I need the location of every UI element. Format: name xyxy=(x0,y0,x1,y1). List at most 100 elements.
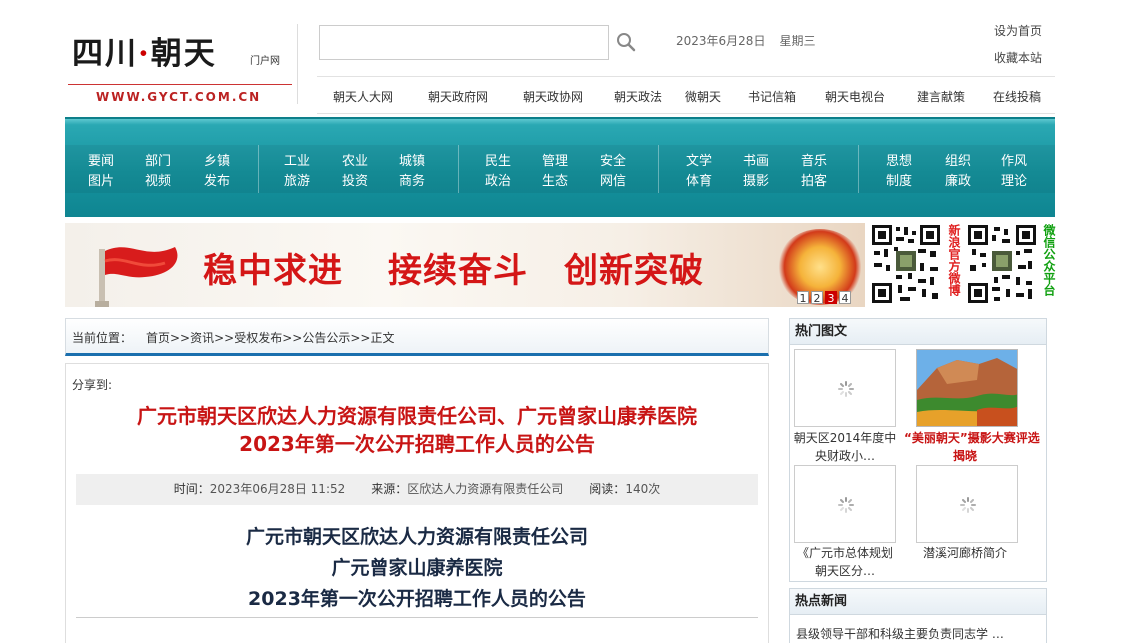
breadcrumb: 当前位置： 首页>>资讯>>受权发布>>公告公示>>正文 xyxy=(65,318,769,356)
main-nav-item[interactable]: 思想 xyxy=(886,150,912,169)
share-label[interactable]: 分享到: xyxy=(72,376,112,393)
main-nav-item[interactable]: 文学 xyxy=(686,150,712,169)
meta-views-label: 阅读： xyxy=(589,482,626,496)
main-nav-item[interactable]: 音乐 xyxy=(801,150,827,169)
article-title-line: 2023年第一次公开招聘工作人员的公告 xyxy=(239,432,595,456)
banner-page-button[interactable]: 4 xyxy=(839,291,851,305)
search-input[interactable] xyxy=(319,25,609,60)
caption-line: 央财政小… xyxy=(814,449,875,463)
hot-pictures-title: 热门图文 xyxy=(790,319,1046,345)
main-nav-item[interactable]: 工业 xyxy=(284,150,310,169)
main-nav-item[interactable]: 部门 xyxy=(145,150,171,169)
breadcrumb-path[interactable]: 首页>>资讯>>受权发布>>公告公示>>正文 xyxy=(146,329,394,346)
bookmark-link[interactable]: 收藏本站 xyxy=(994,49,1042,66)
wechat-qr-code[interactable] xyxy=(966,223,1038,305)
top-nav-item[interactable]: 朝天政协网 xyxy=(523,88,583,105)
main-nav-item[interactable]: 书画 xyxy=(743,150,769,169)
hot-picture-thumbnail[interactable] xyxy=(794,465,896,543)
banner-page-button[interactable]: 1 xyxy=(797,291,809,305)
main-nav-separator xyxy=(258,145,259,193)
main-nav-item[interactable]: 安全 xyxy=(600,150,626,169)
main-nav-item[interactable]: 廉政 xyxy=(945,170,971,189)
main-nav-item[interactable]: 政治 xyxy=(485,170,511,189)
banner-page-button-active[interactable]: 3 xyxy=(825,291,837,305)
logo-title: 四川·朝天 xyxy=(72,36,217,72)
main-nav-item[interactable]: 理论 xyxy=(1001,170,1027,189)
hot-news-title: 热点新闻 xyxy=(790,589,1046,615)
hot-picture-caption[interactable]: 朝天区2014年度中 央财政小… xyxy=(790,429,900,465)
hot-picture-thumbnail[interactable] xyxy=(794,349,896,427)
main-nav-item[interactable]: 管理 xyxy=(542,150,568,169)
main-nav-item[interactable]: 体育 xyxy=(686,170,712,189)
hot-picture-caption[interactable]: 潜溪河廊桥简介 xyxy=(910,544,1020,562)
hot-picture-caption[interactable]: “美丽朝天”摄影大赛评选 揭晓 xyxy=(904,429,1040,465)
top-nav-item[interactable]: 在线投稿 xyxy=(993,88,1041,105)
main-nav-item[interactable]: 生态 xyxy=(542,170,568,189)
main-nav-item[interactable]: 民生 xyxy=(485,150,511,169)
hot-picture-thumbnail[interactable] xyxy=(916,349,1018,427)
loading-icon xyxy=(838,497,854,513)
wechat-label: 微信公众平台 xyxy=(1042,224,1056,296)
body-heading-line: 2023年第一次公开招聘工作人员的公告 xyxy=(248,588,586,610)
main-nav-item[interactable]: 投资 xyxy=(342,170,368,189)
caption-line: 朝天区2014年度中 xyxy=(793,431,897,445)
meta-views: 140次 xyxy=(625,482,661,496)
red-flag-graphic xyxy=(95,247,178,307)
search-icon xyxy=(617,32,636,51)
top-nav: 朝天人大网 朝天政府网 朝天政协网 朝天政法 微朝天 书记信箱 朝天电视台 建言… xyxy=(317,76,1055,114)
top-nav-item[interactable]: 朝天政法 xyxy=(614,88,662,105)
top-nav-item[interactable]: 微朝天 xyxy=(685,88,721,105)
top-nav-item[interactable]: 朝天人大网 xyxy=(333,88,393,105)
hot-news-panel: 热点新闻 县级领导干部和科级主要负责同志学 … xyxy=(789,588,1047,643)
weekday-value: 星期三 xyxy=(779,34,816,48)
top-nav-item[interactable]: 朝天电视台 xyxy=(825,88,885,105)
main-nav-item[interactable]: 图片 xyxy=(88,170,114,189)
loading-icon xyxy=(960,497,976,513)
hot-picture-caption[interactable]: 《广元市总体规划 朝天区分… xyxy=(790,544,900,580)
banner-slogan: 稳中求进 xyxy=(203,251,343,291)
logo-divider xyxy=(68,84,292,85)
main-nav-item[interactable]: 摄影 xyxy=(743,170,769,189)
main-nav-item[interactable]: 农业 xyxy=(342,150,368,169)
date-value: 2023年6月28日 xyxy=(676,34,766,48)
site-logo[interactable]: 四川·朝天 门户网 WWW.GYCT.COM.CN xyxy=(66,22,296,108)
top-nav-item[interactable]: 朝天政府网 xyxy=(428,88,488,105)
logo-url: WWW.GYCT.COM.CN xyxy=(96,90,262,104)
hot-pictures-panel: 热门图文 朝天区2014年度中 央财政小… “美丽朝天”摄影大赛评选 揭晓 《广… xyxy=(789,318,1047,582)
logo-subtitle: 门户网 xyxy=(250,56,280,67)
banner-page-button[interactable]: 2 xyxy=(811,291,823,305)
caption-line: 《广元市总体规划 xyxy=(796,546,893,560)
caption-line: 揭晓 xyxy=(952,449,977,463)
body-heading-line: 广元市朝天区欣达人力资源有限责任公司 xyxy=(245,526,588,548)
main-nav-item[interactable]: 网信 xyxy=(600,170,626,189)
main-nav-separator xyxy=(458,145,459,193)
main-nav-item[interactable]: 视频 xyxy=(145,170,171,189)
banner-slideshow[interactable]: 稳中求进 接续奋斗 创新突破 xyxy=(65,223,865,307)
set-homepage-link[interactable]: 设为首页 xyxy=(994,22,1042,39)
main-nav-item[interactable]: 作风 xyxy=(1001,150,1027,169)
meta-time-label: 时间： xyxy=(173,482,210,496)
top-nav-item[interactable]: 建言献策 xyxy=(917,88,965,105)
main-nav-item[interactable]: 制度 xyxy=(886,170,912,189)
hot-news-item[interactable]: 县级领导干部和科级主要负责同志学 … xyxy=(796,625,1004,642)
breadcrumb-label: 当前位置： xyxy=(72,331,133,345)
search-button[interactable] xyxy=(614,31,638,55)
article-panel: 分享到: 广元市朝天区欣达人力资源有限责任公司、广元曾家山康养医院 2023年第… xyxy=(65,363,769,643)
main-nav-item[interactable]: 要闻 xyxy=(88,150,114,169)
banner-pager: 1 2 3 4 xyxy=(797,291,851,305)
weibo-label: 新浪官方微博 xyxy=(947,224,961,296)
main-nav-item[interactable]: 乡镇 xyxy=(204,150,230,169)
qr-code-icon xyxy=(966,223,1038,305)
body-heading-line: 广元曾家山康养医院 xyxy=(331,557,503,579)
main-nav-item[interactable]: 商务 xyxy=(399,170,425,189)
weibo-qr-code[interactable] xyxy=(870,223,942,305)
banner-slogan: 接续奋斗 xyxy=(388,251,528,291)
main-nav-item[interactable]: 发布 xyxy=(204,170,230,189)
main-nav-item[interactable]: 拍客 xyxy=(801,170,827,189)
top-nav-item[interactable]: 书记信箱 xyxy=(748,88,796,105)
meta-source: 区欣达人力资源有限责任公司 xyxy=(407,482,564,496)
main-nav-item[interactable]: 组织 xyxy=(945,150,971,169)
main-nav-item[interactable]: 旅游 xyxy=(284,170,310,189)
hot-picture-thumbnail[interactable] xyxy=(916,465,1018,543)
main-nav-item[interactable]: 城镇 xyxy=(399,150,425,169)
